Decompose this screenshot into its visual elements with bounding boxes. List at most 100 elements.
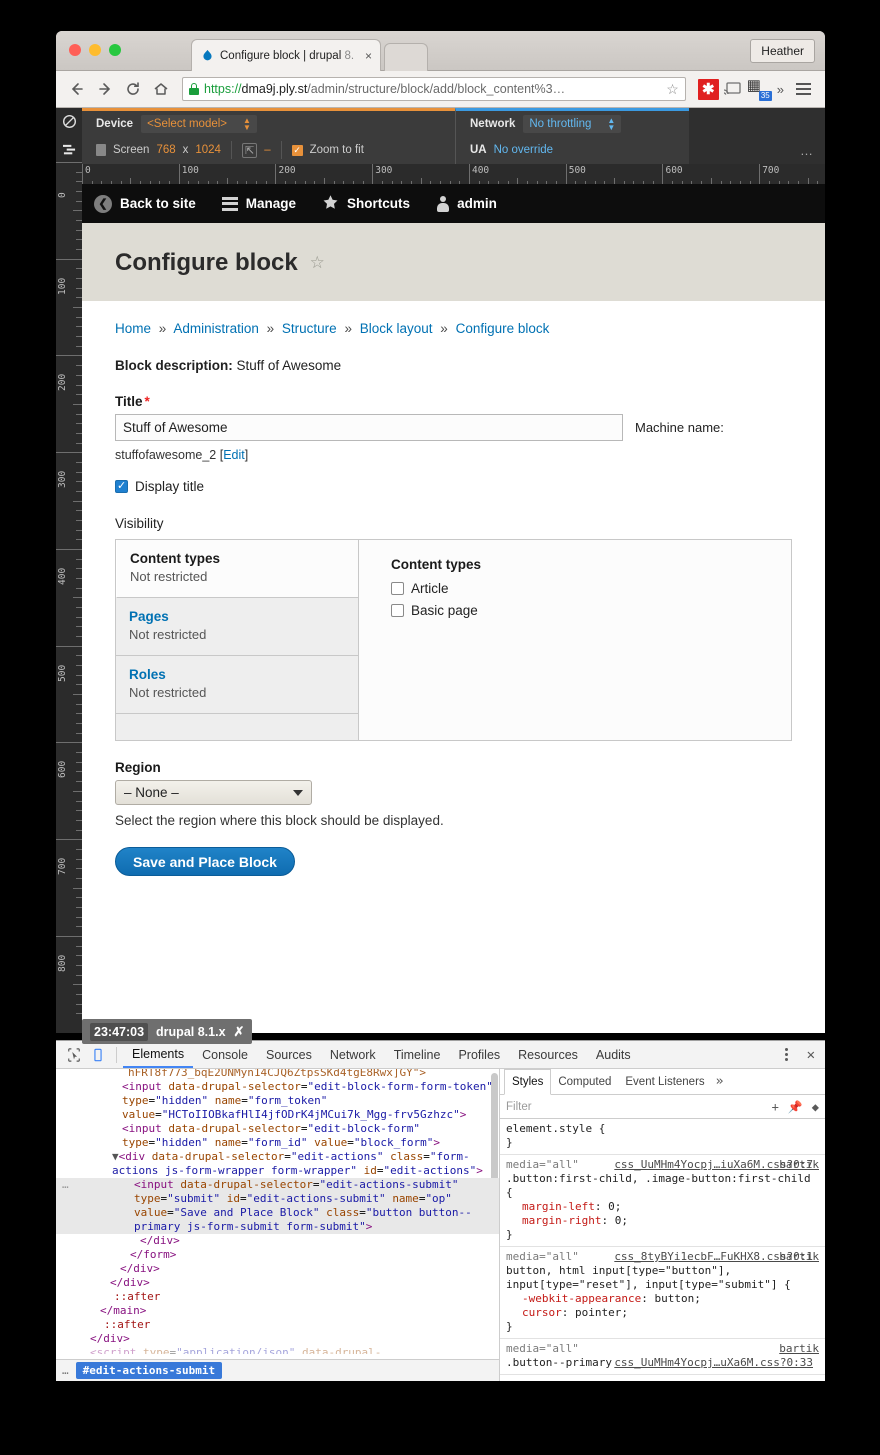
color-format-icon[interactable]: ◆ [812,1100,819,1114]
elements-tree[interactable]: hFRT8f773_bqE2UNMyn14CJQ6ZtpsSKd4tgE8Rwx… [56,1069,500,1381]
devtools-tab-sources[interactable]: Sources [257,1041,321,1068]
ua-value[interactable]: No override [494,144,553,156]
breadcrumb-item-block-layout[interactable]: Block layout [360,321,433,336]
device-toolbar-more-icon[interactable]: … [800,143,815,158]
style-rule-source-link[interactable]: css_UuMHm4Yocpj…iuXa6M.css?0:7 [614,1158,813,1172]
styles-filter-input[interactable]: Filter [506,1101,532,1113]
ruler-tick [76,181,82,183]
chevron-updown-icon: ▲ ▼ [243,116,251,132]
pin-icon[interactable]: 📌 [788,1100,803,1114]
breadcrumb-item-configure-block[interactable]: Configure block [456,321,550,336]
breadcrumb-selected-node[interactable]: #edit-actions-submit [75,1362,223,1379]
breadcrumb-item-administration[interactable]: Administration [173,321,259,336]
toolbar-item-manage[interactable]: Manage [221,196,296,211]
styles-more-icon[interactable]: » [712,1074,724,1089]
style-prop-name[interactable]: cursor [522,1306,562,1319]
styles-tab-styles[interactable]: Styles [504,1069,552,1095]
save-and-place-block-button[interactable]: Save and Place Block [115,847,295,876]
devtools-tab-timeline[interactable]: Timeline [385,1041,450,1068]
display-title-row[interactable]: Display title [115,479,792,494]
visibility-tab-content-types[interactable]: Content types Not restricted [116,540,358,598]
new-style-rule-icon[interactable]: + [772,1100,779,1114]
maximize-window-button[interactable] [109,44,121,56]
badge-close-icon[interactable]: ✗ [234,1024,245,1040]
favorite-star-icon[interactable]: ☆ [310,253,325,273]
visibility-tab-pages[interactable]: Pages Not restricted [116,598,358,656]
bookmark-star-icon[interactable]: ☆ [666,81,679,98]
devtools-close-icon[interactable]: ✕ [803,1047,819,1063]
zoom-to-fit-checkbox[interactable]: ✓ [291,144,303,156]
screenshot-root: Configure block | drupal 8. × Heather ht [0,0,880,1455]
browser-tab-inactive[interactable] [384,43,428,71]
overflow-chevron-icon[interactable]: » [773,82,788,97]
network-conditions-icon[interactable] [62,143,77,161]
screen-width-input[interactable]: 768 [156,144,175,156]
chrome-menu-icon[interactable] [790,83,817,95]
devtools-tab-resources[interactable]: Resources [509,1041,587,1068]
reload-icon[interactable] [120,76,146,102]
rotate-icon[interactable]: ⇱ [241,142,258,158]
devtools-tab-audits[interactable]: Audits [587,1041,640,1068]
window-controls[interactable] [69,44,121,56]
close-window-button[interactable] [69,44,81,56]
profile-button[interactable]: Heather [750,39,815,63]
lock-icon [189,83,199,95]
devtools-tab-elements[interactable]: Elements [123,1041,194,1068]
content-type-option-basic-page[interactable]: Basic page [391,603,791,618]
devtools-tab-network[interactable]: Network [321,1041,385,1068]
style-rule-source-link[interactable]: css_UuMHm4Yocpj…uXa6M.css?0:33 [614,1356,813,1370]
style-prop-name[interactable]: margin-left [522,1200,595,1213]
style-rule-element-style[interactable]: element.style { } [500,1119,825,1155]
extension-icon-red[interactable]: ✱ [697,78,719,100]
minimize-window-button[interactable] [89,44,101,56]
style-rule-button-primary[interactable]: media="all" bartik .button--primary css_Uu… [500,1339,825,1375]
style-prop-value[interactable]: button; [654,1292,700,1305]
style-rule-button-first-child[interactable]: media="all" bartik .button:first-child, .… [500,1155,825,1247]
devtools-tab-console[interactable]: Console [193,1041,257,1068]
toolbar-item-shortcuts[interactable]: Shortcuts [322,194,410,214]
network-throttle-select[interactable]: No throttling ▲ ▼ [523,115,622,133]
visibility-tab-roles[interactable]: Roles Not restricted [116,656,358,714]
content-type-checkbox-article[interactable] [391,582,404,595]
style-prop-value[interactable]: 0; [608,1200,621,1213]
device-toggle-icon[interactable] [86,1044,110,1066]
browser-tab-active[interactable]: Configure block | drupal 8. × [191,39,381,71]
devtools-tab-profiles[interactable]: Profiles [449,1041,509,1068]
elements-scrollbar[interactable] [491,1073,498,1193]
breadcrumb-overflow-icon[interactable]: … [62,1364,70,1377]
cast-icon[interactable] [721,79,743,100]
tab-close-icon[interactable]: × [365,49,372,63]
forward-icon[interactable] [92,76,118,102]
back-icon[interactable] [64,76,90,102]
no-throttle-icon[interactable] [62,114,77,134]
style-prop-value[interactable]: pointer; [575,1306,628,1319]
style-prop-value[interactable]: 0; [615,1214,628,1227]
styles-tab-computed[interactable]: Computed [551,1069,618,1094]
screen-height-input[interactable]: 1024 [195,144,221,156]
devtools-more-icon[interactable] [780,1048,793,1061]
region-select[interactable]: – None – [115,780,312,805]
title-input[interactable] [115,414,623,441]
style-rule-source-link[interactable]: css_8tyBYi1ecbF…FuKHX8.css?0:1 [614,1250,813,1264]
style-prop-name[interactable]: -webkit-appearance [522,1292,641,1305]
content-type-checkbox-basic-page[interactable] [391,604,404,617]
toolbar-item-back-to-site[interactable]: ❮ Back to site [94,194,196,213]
breadcrumb-item-structure[interactable]: Structure [282,321,337,336]
toolbar-item-admin[interactable]: admin [436,195,497,212]
style-rule-stylesheet-name[interactable]: bartik [779,1342,819,1356]
region-select-value: – None – [124,785,179,800]
style-rule-button-submit[interactable]: media="all" bartik button, html input[typ… [500,1247,825,1339]
cursor-select-icon[interactable] [62,1044,86,1066]
display-title-checkbox[interactable] [115,479,128,493]
device-model-select[interactable]: <Select model> ▲ ▼ [141,115,257,133]
machine-name-edit-link[interactable]: Edit [223,448,245,462]
breadcrumb-item-home[interactable]: Home [115,321,151,336]
extension-icon-counter[interactable]: ▦ 35 [747,78,772,101]
code-line-input-submit-selected[interactable]: … <input data-drupal-selector="edit-actio… [56,1178,499,1234]
home-icon[interactable] [148,76,174,102]
address-bar[interactable]: https://dma9j.ply.st/admin/structure/blo… [182,77,686,101]
styles-tab-event-listeners[interactable]: Event Listeners [618,1069,711,1094]
device-scale-value[interactable]: – [264,144,270,156]
content-type-option-article[interactable]: Article [391,581,791,596]
style-prop-name[interactable]: margin-right [522,1214,601,1227]
